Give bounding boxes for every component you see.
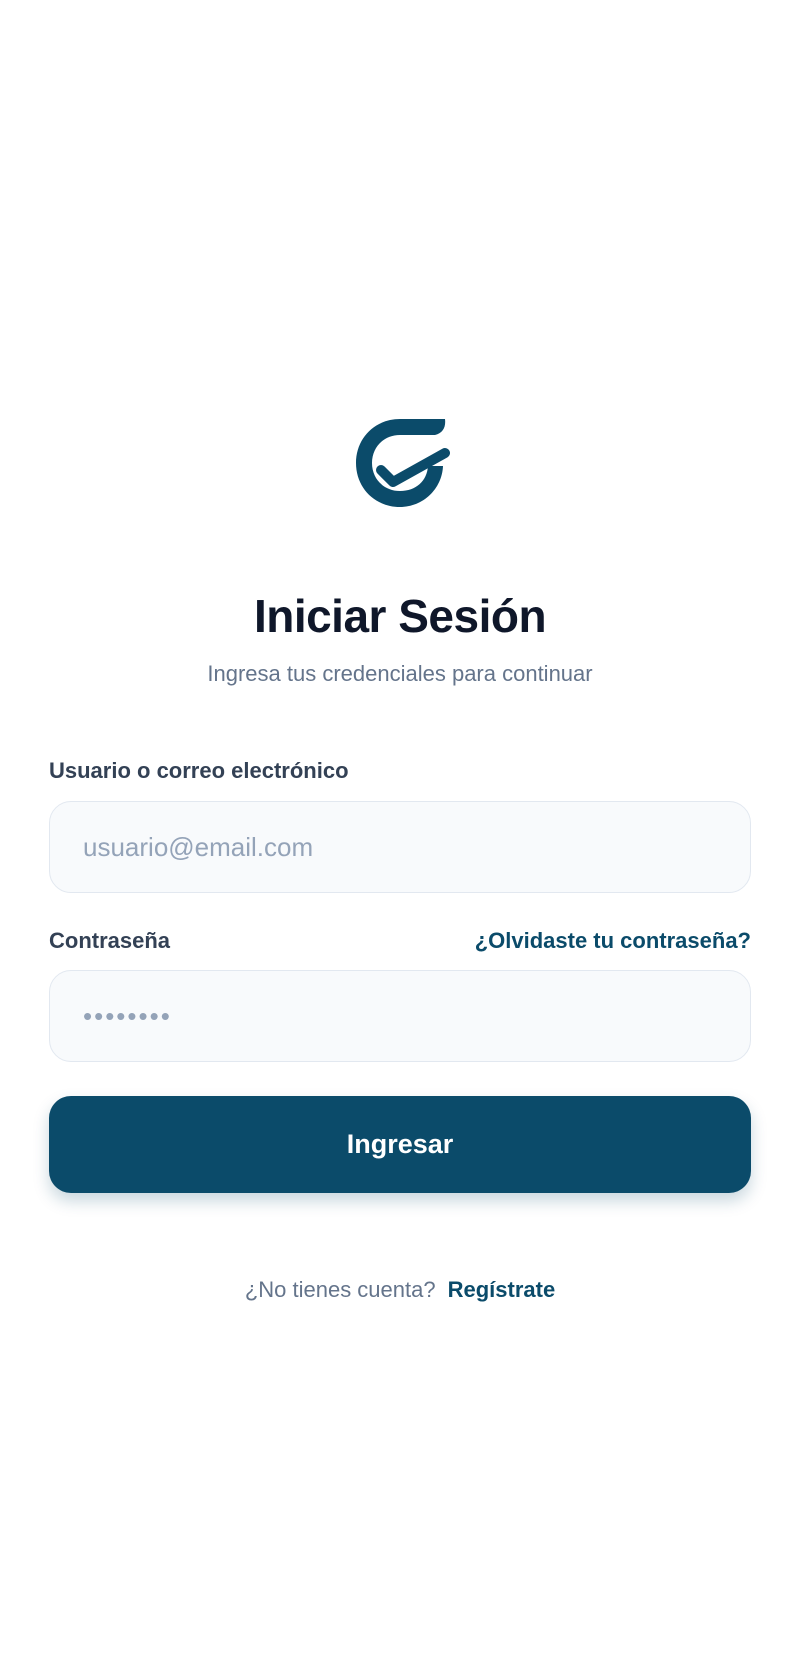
page-subtitle: Ingresa tus credenciales para continuar [207,661,593,686]
page-title: Iniciar Sesión [253,590,547,642]
user-field-label: Usuario o correo electrónico [49,758,349,783]
password-field-label: Contraseña [49,928,171,953]
login-screen: Iniciar Sesión Ingresa tus credenciales … [0,0,800,1673]
signup-row: ¿No tienes cuenta? Regístrate [0,1274,800,1306]
forgot-password-link[interactable]: ¿Olvidaste tu contraseña? [475,926,751,956]
login-submit-button[interactable]: Ingresar [49,1096,751,1193]
checkmark-g-logo-icon [356,419,450,507]
user-email-input[interactable] [49,801,751,893]
password-input[interactable] [49,970,751,1062]
signup-prompt: ¿No tienes cuenta? [244,1277,436,1302]
signup-link[interactable]: Regístrate [448,1277,556,1302]
